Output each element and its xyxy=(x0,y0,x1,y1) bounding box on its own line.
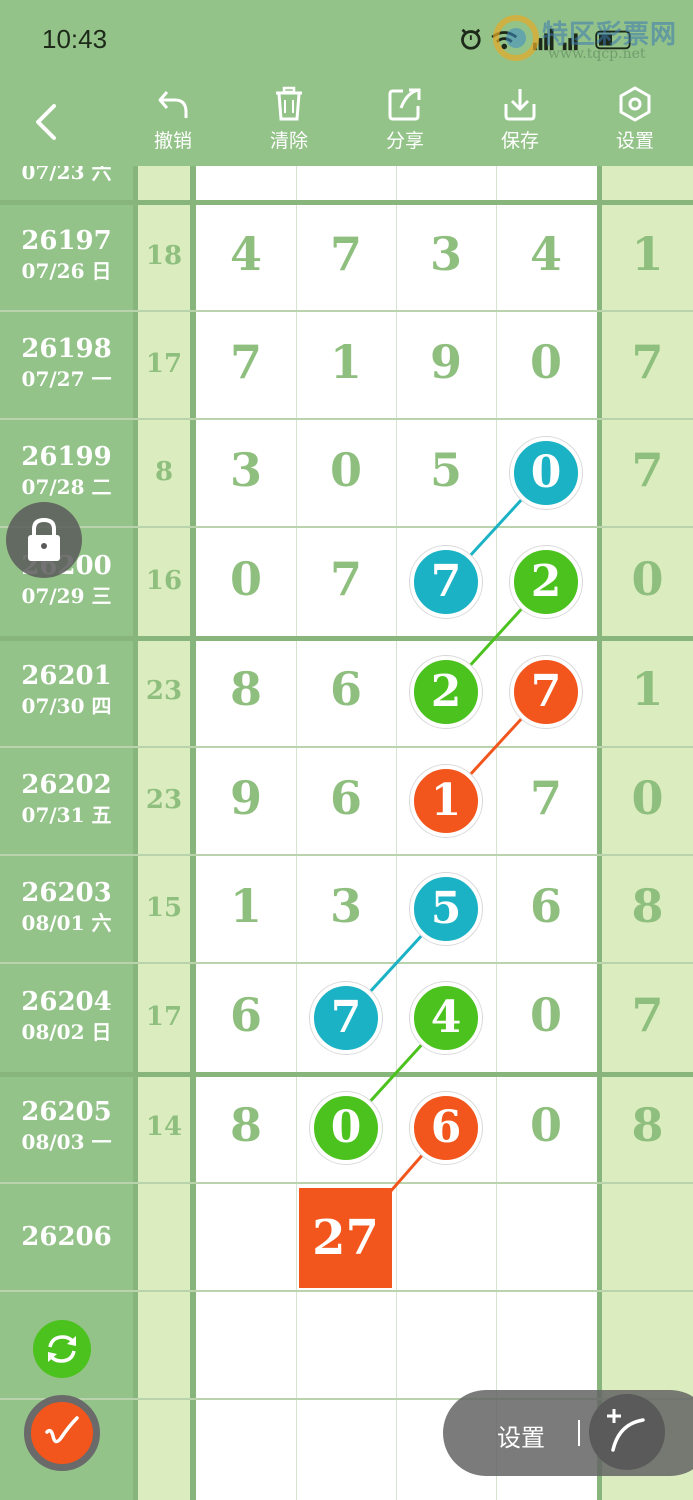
undo-icon xyxy=(158,91,188,118)
highlight-ball-orange[interactable]: 6 xyxy=(410,1092,482,1164)
watermark-emblem-icon xyxy=(493,15,539,61)
share-icon xyxy=(388,88,421,121)
highlight-ball-teal[interactable]: 7 xyxy=(310,982,382,1054)
pill-separator xyxy=(578,1420,580,1446)
share-button[interactable]: 分享 xyxy=(365,86,445,162)
back-button[interactable] xyxy=(28,100,64,144)
lock-icon xyxy=(28,517,60,561)
settings-button[interactable]: 设置 xyxy=(595,86,675,162)
pen-icon xyxy=(607,1409,645,1452)
pen-button[interactable] xyxy=(589,1394,665,1470)
watermark-url: www.tqcp.net xyxy=(548,46,646,62)
highlight-ball-teal[interactable]: 7 xyxy=(410,546,482,618)
refresh-icon xyxy=(48,1335,76,1363)
undo-button[interactable]: 撤销 xyxy=(133,86,213,162)
highlight-ball-green[interactable]: 0 xyxy=(310,1092,382,1164)
lock-button[interactable] xyxy=(6,502,82,578)
refresh-button[interactable] xyxy=(33,1320,91,1378)
status-bar: 10:43 特区彩票网 www.tqcp.net xyxy=(0,0,693,78)
draw-mode-button[interactable] xyxy=(24,1395,100,1471)
clear-button[interactable]: 清除 xyxy=(249,86,329,162)
status-time: 10:43 xyxy=(42,24,108,54)
trend-chart-grid: 26197 07/26 日 18 4 7 3 4 1 26198 07/27 一 17 7 1 9 0 7 26… xyxy=(0,160,693,1500)
highlight-ball-teal[interactable]: 5 xyxy=(410,873,482,945)
alarm-icon xyxy=(461,28,481,50)
watermark-logo: 特区彩票网 www.tqcp.net xyxy=(490,12,690,68)
signature-icon xyxy=(45,1416,79,1444)
floating-settings-label[interactable]: 设置 xyxy=(497,1418,545,1453)
save-label: 保存 xyxy=(500,130,539,152)
highlight-ball-teal[interactable]: 0 xyxy=(510,437,582,509)
settings-hexagon-icon xyxy=(619,86,651,122)
settings-label: 设置 xyxy=(615,130,654,152)
floating-settings-pill[interactable]: 设置 xyxy=(443,1390,693,1476)
clear-label: 清除 xyxy=(269,130,308,152)
highlight-ball-green[interactable]: 2 xyxy=(510,546,582,618)
save-button[interactable]: 保存 xyxy=(480,86,560,162)
trash-icon xyxy=(276,86,302,121)
highlight-ball-green[interactable]: 2 xyxy=(410,656,482,728)
highlight-ball-orange[interactable]: 1 xyxy=(410,765,482,837)
toolbar: 撤销 清除 分享 保存 设置 xyxy=(0,78,693,166)
download-icon xyxy=(504,89,536,121)
highlight-ball-green[interactable]: 4 xyxy=(410,982,482,1054)
undo-label: 撤销 xyxy=(153,130,192,152)
share-label: 分享 xyxy=(385,130,424,152)
prediction-box[interactable]: 27 xyxy=(299,1188,392,1288)
trend-lines xyxy=(344,471,548,1193)
highlight-ball-orange[interactable]: 7 xyxy=(510,656,582,728)
chevron-left-icon xyxy=(36,104,56,140)
